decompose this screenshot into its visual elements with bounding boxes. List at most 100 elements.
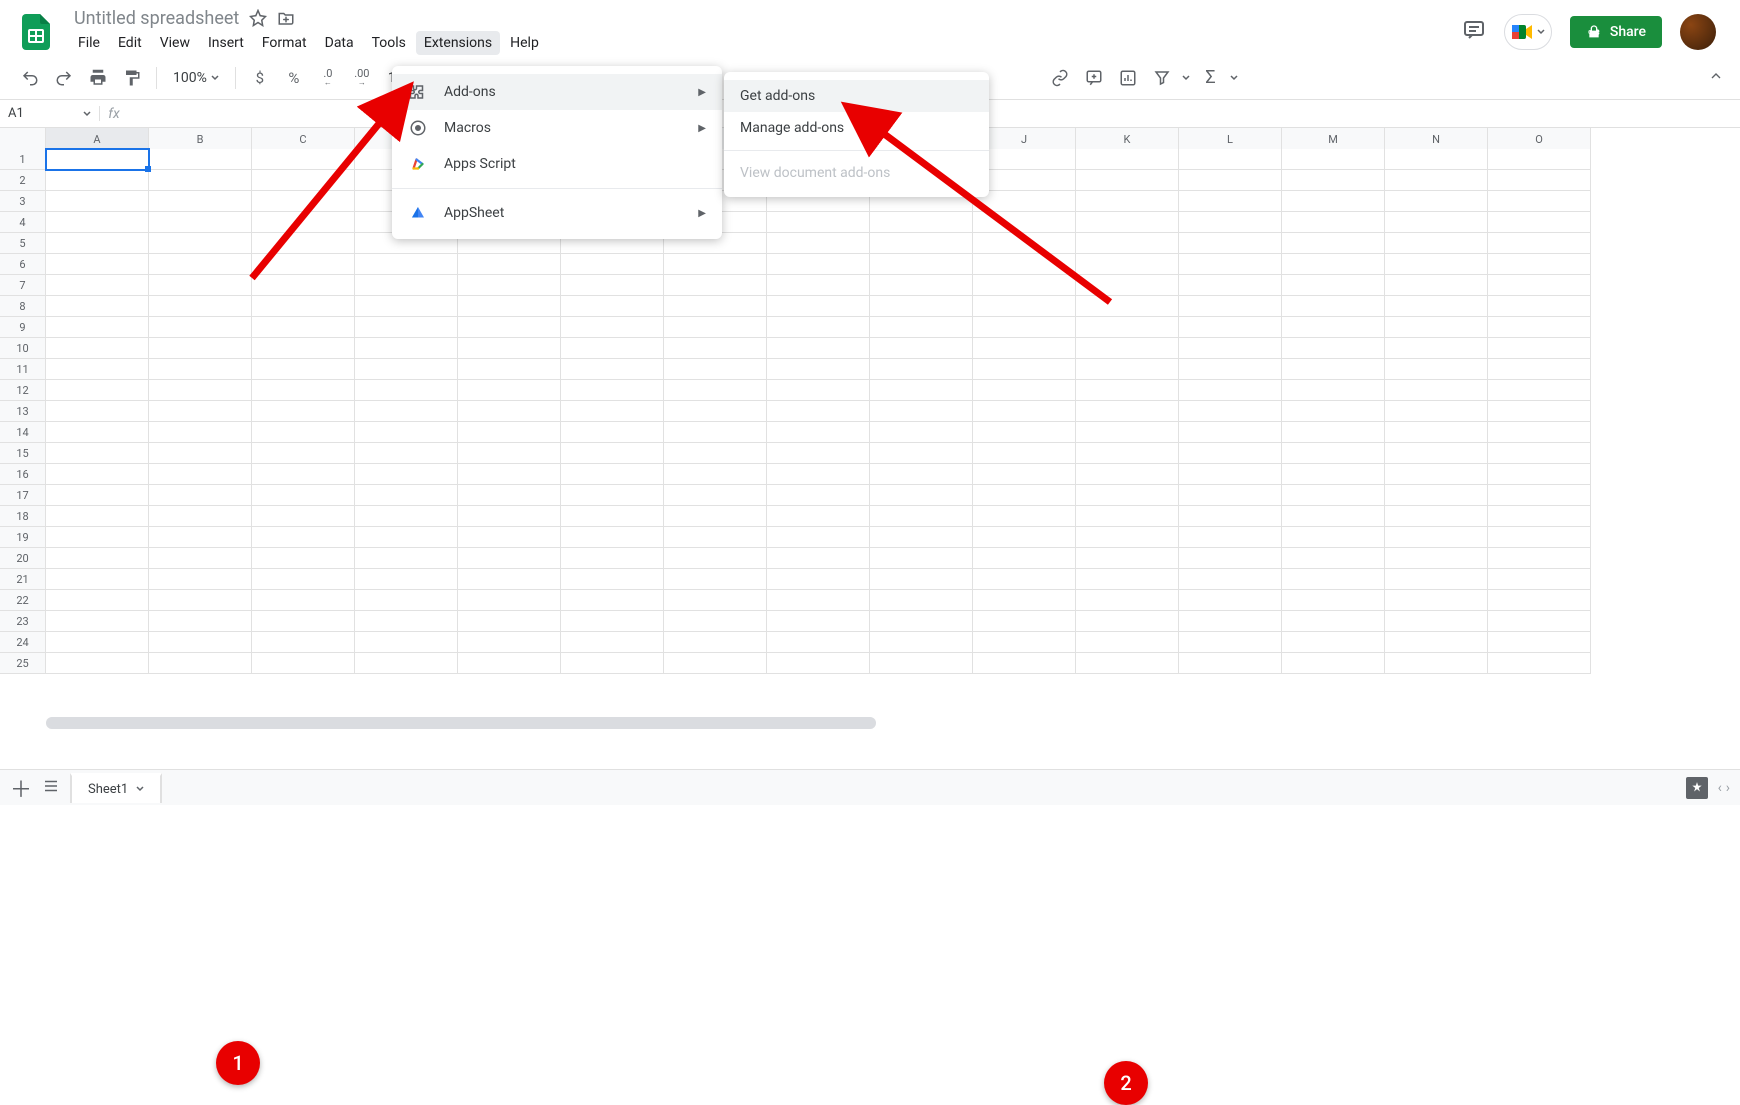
cell[interactable] xyxy=(149,296,252,317)
cell[interactable] xyxy=(1488,380,1591,401)
cell[interactable] xyxy=(458,422,561,443)
cell[interactable] xyxy=(46,611,149,632)
cell[interactable] xyxy=(767,590,870,611)
cell[interactable] xyxy=(870,212,973,233)
cell[interactable] xyxy=(1385,401,1488,422)
cell[interactable] xyxy=(1385,359,1488,380)
cell[interactable] xyxy=(1282,590,1385,611)
cell[interactable] xyxy=(1076,212,1179,233)
cell[interactable] xyxy=(1282,506,1385,527)
cell[interactable] xyxy=(1076,443,1179,464)
cell[interactable] xyxy=(355,317,458,338)
cell[interactable] xyxy=(1179,611,1282,632)
cell[interactable] xyxy=(973,653,1076,674)
row-header[interactable]: 18 xyxy=(0,506,46,527)
cell[interactable] xyxy=(767,653,870,674)
cell[interactable] xyxy=(1282,212,1385,233)
cell[interactable] xyxy=(767,275,870,296)
cell[interactable] xyxy=(252,632,355,653)
cell[interactable] xyxy=(767,254,870,275)
cell[interactable] xyxy=(561,485,664,506)
cell[interactable] xyxy=(1385,275,1488,296)
cell[interactable] xyxy=(870,506,973,527)
cell[interactable] xyxy=(355,590,458,611)
menu-extensions[interactable]: Extensions xyxy=(416,31,500,55)
cell[interactable] xyxy=(149,233,252,254)
cell[interactable] xyxy=(767,401,870,422)
cell[interactable] xyxy=(149,359,252,380)
cell[interactable] xyxy=(1076,275,1179,296)
cell[interactable] xyxy=(252,590,355,611)
cell[interactable] xyxy=(664,527,767,548)
cell[interactable] xyxy=(1488,590,1591,611)
cell[interactable] xyxy=(1282,380,1385,401)
cell[interactable] xyxy=(1385,548,1488,569)
row-header[interactable]: 11 xyxy=(0,359,46,380)
cell[interactable] xyxy=(1076,653,1179,674)
paint-format-button[interactable] xyxy=(118,64,146,92)
row-header[interactable]: 10 xyxy=(0,338,46,359)
cell[interactable] xyxy=(973,464,1076,485)
cell[interactable] xyxy=(458,443,561,464)
redo-button[interactable] xyxy=(50,64,78,92)
cell[interactable] xyxy=(355,506,458,527)
cell[interactable] xyxy=(767,359,870,380)
cell[interactable] xyxy=(664,359,767,380)
cell[interactable] xyxy=(664,590,767,611)
cell[interactable] xyxy=(1179,443,1282,464)
cell[interactable] xyxy=(1076,611,1179,632)
cell[interactable] xyxy=(870,338,973,359)
cell[interactable] xyxy=(1282,191,1385,212)
ext-menu-apps-script[interactable]: Apps Script xyxy=(392,146,722,182)
cell[interactable] xyxy=(46,275,149,296)
sheets-logo[interactable] xyxy=(16,12,56,52)
cell[interactable] xyxy=(1076,380,1179,401)
cell[interactable] xyxy=(1385,506,1488,527)
zoom-select[interactable]: 100% xyxy=(167,70,225,86)
cell[interactable] xyxy=(1076,569,1179,590)
cell[interactable] xyxy=(1282,653,1385,674)
menu-view[interactable]: View xyxy=(152,31,198,55)
cell[interactable] xyxy=(458,296,561,317)
cell[interactable] xyxy=(767,338,870,359)
cell[interactable] xyxy=(1179,527,1282,548)
cell[interactable] xyxy=(1179,569,1282,590)
cell[interactable] xyxy=(1179,233,1282,254)
cell[interactable] xyxy=(1488,170,1591,191)
cell[interactable] xyxy=(561,380,664,401)
cell[interactable] xyxy=(973,443,1076,464)
cell[interactable] xyxy=(149,170,252,191)
cell[interactable] xyxy=(46,401,149,422)
cell[interactable] xyxy=(355,380,458,401)
menu-file[interactable]: File xyxy=(70,31,108,55)
cell[interactable] xyxy=(1488,506,1591,527)
row-header[interactable]: 14 xyxy=(0,422,46,443)
cell[interactable] xyxy=(1385,212,1488,233)
cell[interactable] xyxy=(355,485,458,506)
cell[interactable] xyxy=(252,275,355,296)
cell[interactable] xyxy=(664,422,767,443)
insert-link-button[interactable] xyxy=(1046,64,1074,92)
cell[interactable] xyxy=(1488,548,1591,569)
cell[interactable] xyxy=(1282,338,1385,359)
cell[interactable] xyxy=(1179,653,1282,674)
collapse-toolbar-icon[interactable] xyxy=(1708,68,1724,88)
cell[interactable] xyxy=(1179,401,1282,422)
cell[interactable] xyxy=(149,212,252,233)
cell[interactable] xyxy=(1488,191,1591,212)
cell[interactable] xyxy=(1282,485,1385,506)
cell[interactable] xyxy=(355,401,458,422)
cell[interactable] xyxy=(46,296,149,317)
spreadsheet-grid[interactable]: ABCDEFGHIJKLMNO1234567891011121314151617… xyxy=(0,128,1740,769)
cell[interactable] xyxy=(1076,422,1179,443)
cell[interactable] xyxy=(355,527,458,548)
cell[interactable] xyxy=(870,443,973,464)
cell[interactable] xyxy=(149,422,252,443)
cell[interactable] xyxy=(1179,359,1282,380)
cell[interactable] xyxy=(1385,611,1488,632)
cell[interactable] xyxy=(767,296,870,317)
cell[interactable] xyxy=(458,548,561,569)
cell[interactable] xyxy=(1076,254,1179,275)
cell[interactable] xyxy=(1488,317,1591,338)
cell[interactable] xyxy=(1488,569,1591,590)
